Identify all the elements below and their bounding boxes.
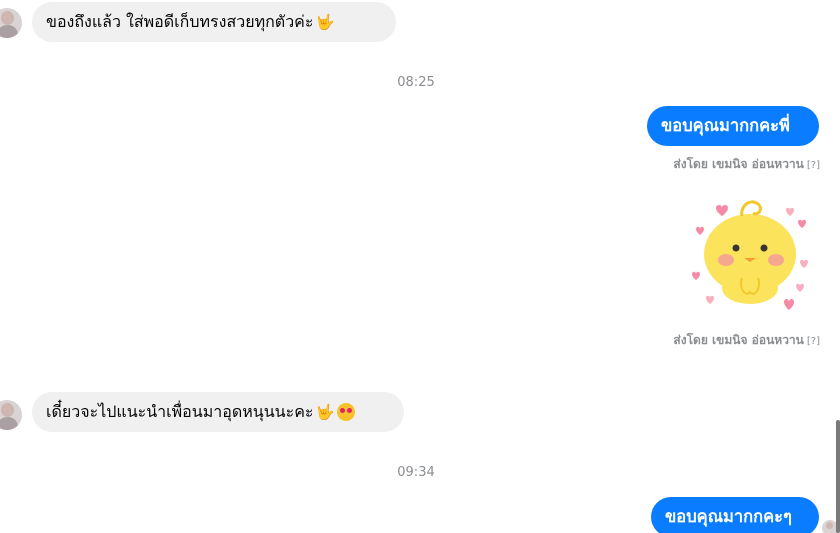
message-text: ของถึงแล้ว ใส่พอดีเก็บทรงสวยทุกตัวค่ะ [46, 11, 314, 31]
message-text: ขอบคุณมากกคะๆ [665, 507, 792, 526]
yellow-chick-sticker-icon[interactable] [686, 196, 814, 316]
timestamp: 08:25 [397, 75, 435, 90]
sent-by-text: ส่งโดย เขมนิจ อ่อนหวาน [673, 333, 804, 347]
hand-sign-emoji-icon: 🤟 [315, 13, 335, 31]
chat-thread: ของถึงแล้ว ใส่พอดีเก็บทรงสวยทุกตัวค่ะ 🤟 … [0, 0, 840, 533]
message-text: ขอบคุณมากกคะพี่ [661, 116, 790, 135]
outgoing-message-bubble[interactable]: ขอบคุณมากกคะพี่ [647, 106, 819, 146]
message-text: เดี๋ยวจะไปแนะนำเพื่อนมาอุดหนุนนะคะ [46, 401, 314, 421]
sent-by-text: ส่งโดย เขมนิจ อ่อนหวาน [673, 157, 804, 171]
sent-by-label: ส่งโดย เขมนิจ อ่อนหวาน [?] [673, 331, 820, 350]
heart-eyes-emoji-icon [337, 403, 356, 421]
timestamp: 09:34 [397, 465, 435, 480]
sent-by-label: ส่งโดย เขมนิจ อ่อนหวาน [?] [673, 155, 820, 174]
incoming-message-bubble[interactable]: ของถึงแล้ว ใส่พอดีเก็บทรงสวยทุกตัวค่ะ 🤟 [32, 2, 396, 42]
help-link[interactable]: [?] [807, 160, 820, 171]
outgoing-message-bubble[interactable]: ขอบคุณมากกคะๆ [651, 497, 819, 533]
help-link[interactable]: [?] [807, 336, 820, 347]
scrollbar[interactable] [836, 420, 840, 533]
sender-avatar[interactable] [0, 8, 22, 38]
hand-sign-emoji-icon: 🤟 [315, 403, 335, 421]
incoming-message-bubble[interactable]: เดี๋ยวจะไปแนะนำเพื่อนมาอุดหนุนนะคะ 🤟 [32, 392, 404, 432]
sender-avatar[interactable] [0, 400, 22, 430]
